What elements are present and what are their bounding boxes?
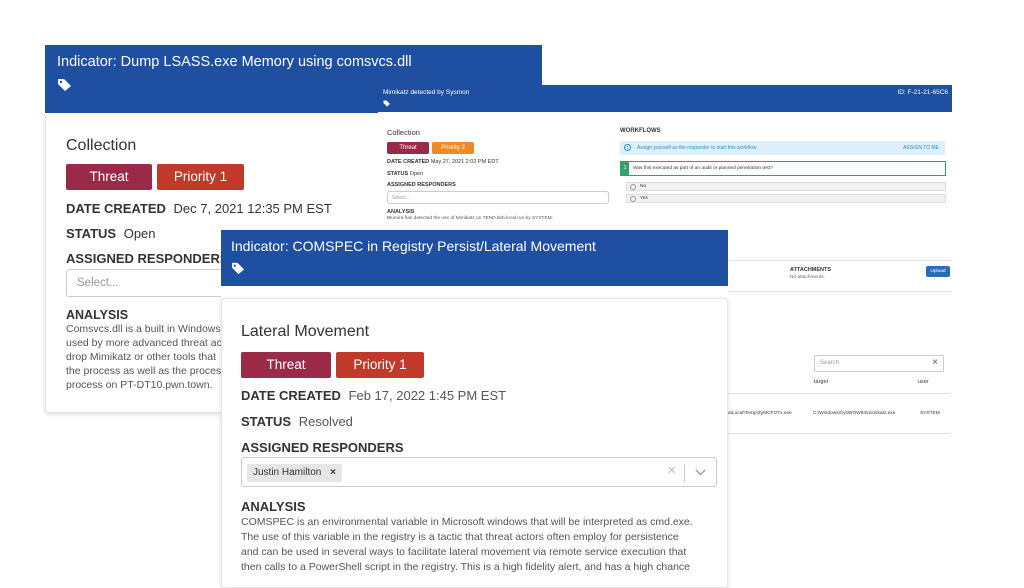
remove-icon[interactable]: ×	[330, 467, 336, 478]
status-value: Open	[409, 171, 424, 177]
attachments-label: ATTACHMENTS	[790, 267, 832, 273]
tags-icon	[383, 100, 390, 107]
responders-label: ASSIGNED RESPONDERS	[241, 440, 404, 455]
panel-comspec: Indicator: COMSPEC in Registry Persist/L…	[221, 230, 728, 588]
threat-badge[interactable]: Threat	[66, 164, 152, 190]
analysis-label: ANALYSIS	[241, 499, 306, 514]
row-user: SYSTEM	[920, 411, 940, 416]
clear-icon[interactable]: ×	[932, 357, 938, 368]
option-yes[interactable]: Yes	[626, 194, 946, 203]
panel-mimikatz-title: Mimikatz detected by Sysmon	[383, 89, 470, 96]
status-value: Resolved	[298, 414, 353, 429]
option-no[interactable]: No	[626, 182, 946, 191]
select-placeholder: Select...	[392, 195, 411, 201]
assign-to-me-button[interactable]: ASSIGN TO ME	[903, 145, 939, 151]
question-number: 1	[621, 162, 629, 175]
analysis-line: the process as well as the proces	[66, 365, 222, 377]
select-divider	[684, 464, 685, 482]
analysis-label: ANALYSIS	[387, 209, 415, 215]
responder-name: Justin Hamilton	[253, 467, 322, 478]
responders-label: ASSIGNED RESPONDERS	[66, 251, 229, 266]
analysis-label: ANALYSIS	[66, 308, 129, 322]
status-label: STATUS	[66, 226, 117, 241]
search-field[interactable]: Search ×	[814, 355, 944, 372]
search-placeholder: Search	[820, 360, 840, 366]
option-label: Yes	[640, 196, 648, 201]
date-label: DATE CREATED	[387, 159, 430, 165]
priority-badge[interactable]: Priority 2	[432, 142, 474, 154]
clear-icon[interactable]: ×	[667, 462, 676, 479]
assign-banner: i Assign yourself as the responder to st…	[620, 141, 945, 155]
incident-id: ID: F-21-21-65C6	[897, 89, 948, 96]
section-title: Collection	[387, 128, 420, 137]
analysis-line: COMSPEC is an environmental variable in …	[241, 516, 693, 528]
date-label: DATE CREATED	[241, 388, 341, 403]
responders-select[interactable]: Justin Hamilton × ×	[241, 457, 717, 487]
question-text: Was this executed as part of an audit or…	[633, 166, 773, 171]
threat-badge[interactable]: Threat	[387, 142, 429, 154]
col-target[interactable]: target	[814, 379, 828, 385]
date-value: May 27, 2021 2:02 PM EDT	[430, 159, 499, 165]
panel-comspec-title: Indicator: COMSPEC in Registry Persist/L…	[231, 238, 596, 254]
analysis-line: used by more advanced threat ac	[66, 337, 222, 349]
question-box: 1 Was this executed as part of an audit …	[620, 161, 946, 176]
select-placeholder: Select...	[77, 277, 119, 289]
assign-prompt: Assign yourself as the responder to star…	[637, 145, 757, 151]
analysis-line: The use of this variable in the registry…	[241, 531, 679, 543]
status-label: STATUS	[241, 414, 292, 429]
panel-comspec-header: Indicator: COMSPEC in Registry Persist/L…	[221, 230, 728, 286]
row-target: C:\Windows\SysWOW64\mimikatz.exe	[813, 411, 896, 416]
responders-label: ASSIGNED RESPONDERS	[387, 182, 456, 188]
status: STATUS Open	[387, 171, 423, 177]
analysis-line: and can be used in several ways to facil…	[241, 546, 687, 558]
date-created: DATE CREATED Feb 17, 2022 1:45 PM EST	[241, 388, 506, 403]
panel-mimikatz-header: Mimikatz detected by Sysmon ID: F-21-21-…	[378, 85, 952, 112]
date-created: DATE CREATED Dec 7, 2021 12:35 PM EST	[66, 201, 332, 216]
status: STATUS Resolved	[241, 414, 353, 429]
col-user[interactable]: user	[918, 379, 929, 385]
status-label: STATUS	[387, 171, 409, 177]
info-icon: i	[624, 144, 631, 151]
tags-icon	[232, 262, 245, 275]
analysis-line: Comsvcs.dll is a built in Windows	[66, 323, 221, 335]
responder-chip[interactable]: Justin Hamilton ×	[247, 464, 342, 482]
analysis-text: Blumira has detected the use of Mimikatz…	[387, 216, 554, 221]
section-title: Lateral Movement	[241, 323, 370, 340]
date-created: DATE CREATED May 27, 2021 2:02 PM EDT	[387, 159, 499, 165]
radio-icon	[630, 184, 636, 190]
status-value: Open	[123, 226, 156, 241]
row-path: a\Local\Temp\ZyMCFOTx.exe	[728, 411, 792, 416]
status: STATUS Open	[66, 226, 156, 241]
date-value: Dec 7, 2021 12:35 PM EST	[173, 201, 332, 216]
workflows-label: WORKFLOWS	[620, 128, 661, 134]
table-row[interactable]: a\Local\Temp\ZyMCFOTx.exe C:\Windows\Sys…	[728, 394, 950, 434]
chevron-down-icon[interactable]	[695, 469, 706, 476]
analysis-line: drop Mimikatz or other tools that	[66, 351, 216, 363]
attachments-value: No attachments.	[790, 275, 825, 280]
panel-comspec-body: Lateral Movement Threat Priority 1 DATE …	[221, 298, 728, 588]
date-label: DATE CREATED	[66, 201, 166, 216]
tags-icon	[58, 79, 71, 91]
upload-button[interactable]: Upload	[926, 266, 950, 277]
option-label: No	[640, 184, 647, 189]
threat-badge[interactable]: Threat	[241, 352, 331, 378]
radio-icon	[630, 196, 636, 202]
priority-badge[interactable]: Priority 1	[157, 164, 244, 190]
date-value: Feb 17, 2022 1:45 PM EST	[348, 388, 507, 403]
priority-badge[interactable]: Priority 1	[336, 352, 424, 378]
responders-select[interactable]: Select...	[387, 191, 609, 204]
panel-lsass-title: Indicator: Dump LSASS.exe Memory using c…	[57, 54, 412, 70]
analysis-line: then calls to a PowerShell script in the…	[241, 561, 691, 573]
analysis-line: process on PT-DT10.pwn.town.	[66, 379, 213, 391]
section-title: Collection	[66, 137, 137, 154]
